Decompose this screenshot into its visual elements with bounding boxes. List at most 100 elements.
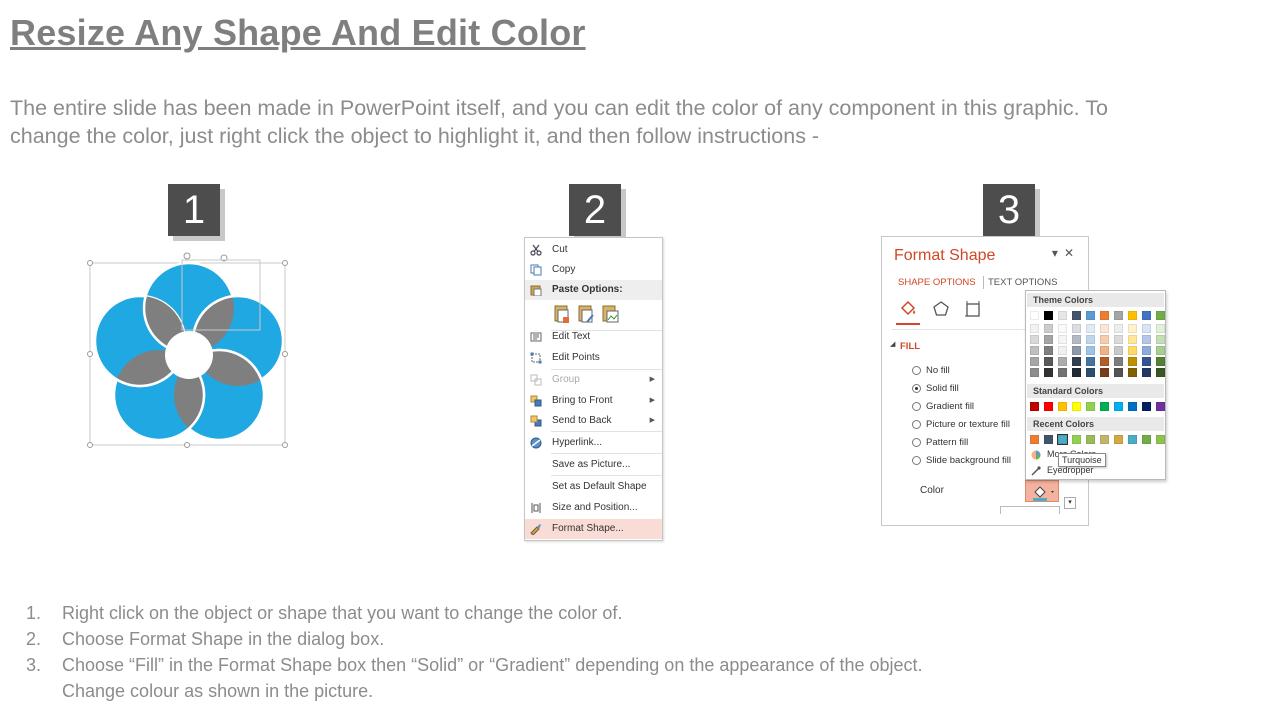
radio-pattern-fill[interactable] (912, 438, 921, 447)
menu-item-save-as-picture[interactable]: Save as Picture... (525, 455, 662, 475)
standard-color-swatch[interactable] (1030, 402, 1039, 411)
theme-color-tint-swatch[interactable] (1058, 357, 1067, 366)
theme-color-tint-swatch[interactable] (1086, 346, 1095, 355)
menu-item-cut[interactable]: Cut (525, 240, 662, 260)
theme-color-tint-swatch[interactable] (1156, 368, 1165, 377)
theme-color-tint-swatch[interactable] (1114, 324, 1123, 333)
theme-color-swatch[interactable] (1086, 311, 1095, 320)
theme-color-tint-swatch[interactable] (1030, 324, 1039, 333)
standard-color-swatch[interactable] (1114, 402, 1123, 411)
theme-color-tint-swatch[interactable] (1086, 335, 1095, 344)
theme-color-swatch[interactable] (1100, 311, 1109, 320)
menu-item-set-default-shape[interactable]: Set as Default Shape (525, 477, 662, 497)
theme-color-tint-swatch[interactable] (1100, 357, 1109, 366)
menu-item-group[interactable]: Group ▶ (525, 370, 662, 390)
standard-color-swatch[interactable] (1086, 402, 1095, 411)
menu-item-edit-points[interactable]: Edit Points (525, 348, 662, 368)
menu-item-copy[interactable]: Copy (525, 260, 662, 280)
paste-use-destination-icon[interactable] (551, 303, 573, 325)
pane-dropdown-icon[interactable]: ▾ (1052, 246, 1064, 260)
close-icon[interactable]: ✕ (1064, 246, 1080, 260)
theme-color-tint-swatch[interactable] (1030, 357, 1039, 366)
color-picker-button[interactable] (1025, 480, 1059, 502)
theme-color-tint-swatch[interactable] (1044, 357, 1053, 366)
theme-color-tint-swatch[interactable] (1100, 335, 1109, 344)
theme-color-tint-swatch[interactable] (1030, 335, 1039, 344)
theme-color-tint-swatch[interactable] (1058, 346, 1067, 355)
theme-color-swatch[interactable] (1114, 311, 1123, 320)
recent-color-swatch[interactable] (1114, 435, 1123, 444)
menu-item-send-to-back[interactable]: Send to Back ▶ (525, 411, 662, 431)
theme-color-tint-swatch[interactable] (1142, 357, 1151, 366)
theme-color-tint-swatch[interactable] (1156, 335, 1165, 344)
flower-shape[interactable] (86, 252, 292, 450)
collapse-triangle-icon[interactable]: ◢ (890, 340, 895, 348)
standard-color-swatch[interactable] (1142, 402, 1151, 411)
flower-svg[interactable] (86, 252, 292, 450)
theme-color-tint-swatch[interactable] (1142, 346, 1151, 355)
theme-color-swatch[interactable] (1030, 311, 1039, 320)
effects-icon[interactable] (931, 299, 951, 319)
tab-shape-options[interactable]: SHAPE OPTIONS (898, 277, 976, 288)
theme-color-tint-swatch[interactable] (1114, 335, 1123, 344)
theme-color-tint-swatch[interactable] (1156, 357, 1165, 366)
theme-color-tint-swatch[interactable] (1100, 346, 1109, 355)
theme-color-tint-swatch[interactable] (1128, 368, 1137, 377)
theme-color-swatch[interactable] (1072, 311, 1081, 320)
radio-gradient-fill[interactable] (912, 402, 921, 411)
theme-color-tint-swatch[interactable] (1128, 346, 1137, 355)
theme-color-tint-swatch[interactable] (1114, 357, 1123, 366)
menu-item-hyperlink[interactable]: Hyperlink... (525, 433, 662, 453)
theme-color-tint-swatch[interactable] (1058, 335, 1067, 344)
theme-color-tint-swatch[interactable] (1072, 357, 1081, 366)
theme-color-tint-swatch[interactable] (1072, 346, 1081, 355)
menu-item-size-and-position[interactable]: Size and Position... (525, 498, 662, 518)
theme-color-tint-swatch[interactable] (1142, 335, 1151, 344)
theme-color-tint-swatch[interactable] (1044, 335, 1053, 344)
section-fill[interactable]: FILL (900, 341, 920, 352)
radio-solid-fill[interactable] (912, 384, 921, 393)
recent-color-swatch[interactable] (1128, 435, 1137, 444)
recent-color-swatch[interactable] (1156, 435, 1165, 444)
theme-color-tint-swatch[interactable] (1114, 368, 1123, 377)
theme-color-tint-swatch[interactable] (1030, 368, 1039, 377)
theme-color-swatch[interactable] (1156, 311, 1165, 320)
theme-color-tint-swatch[interactable] (1128, 357, 1137, 366)
theme-color-tint-swatch[interactable] (1156, 346, 1165, 355)
standard-color-swatch[interactable] (1156, 402, 1165, 411)
fill-line-icon[interactable] (898, 299, 918, 319)
theme-color-tint-swatch[interactable] (1072, 368, 1081, 377)
size-properties-icon[interactable] (963, 299, 983, 319)
theme-color-tint-swatch[interactable] (1128, 324, 1137, 333)
menu-item-edit-text[interactable]: Edit Text (525, 327, 662, 347)
radio-slide-background-fill[interactable] (912, 456, 921, 465)
theme-color-swatch[interactable] (1128, 311, 1137, 320)
theme-color-tint-swatch[interactable] (1044, 368, 1053, 377)
theme-color-tint-swatch[interactable] (1100, 324, 1109, 333)
theme-color-tint-swatch[interactable] (1114, 346, 1123, 355)
theme-color-tint-swatch[interactable] (1100, 368, 1109, 377)
theme-color-swatch[interactable] (1142, 311, 1151, 320)
recent-color-swatch[interactable] (1072, 435, 1081, 444)
standard-color-swatch[interactable] (1058, 402, 1067, 411)
theme-color-tint-swatch[interactable] (1058, 368, 1067, 377)
radio-no-fill[interactable] (912, 366, 921, 375)
recent-color-swatch[interactable] (1030, 435, 1039, 444)
theme-color-tint-swatch[interactable] (1030, 346, 1039, 355)
theme-color-tint-swatch[interactable] (1156, 324, 1165, 333)
radio-picture-fill[interactable] (912, 420, 921, 429)
recent-color-swatch[interactable] (1057, 434, 1068, 445)
standard-color-swatch[interactable] (1128, 402, 1137, 411)
theme-color-tint-swatch[interactable] (1086, 357, 1095, 366)
recent-color-swatch[interactable] (1142, 435, 1151, 444)
menu-item-bring-to-front[interactable]: Bring to Front ▶ (525, 391, 662, 411)
standard-color-swatch[interactable] (1100, 402, 1109, 411)
theme-color-tint-swatch[interactable] (1128, 335, 1137, 344)
theme-color-swatch[interactable] (1044, 311, 1053, 320)
chevron-down-icon[interactable]: ▾ (1064, 497, 1076, 509)
theme-color-tint-swatch[interactable] (1044, 346, 1053, 355)
standard-color-swatch[interactable] (1044, 402, 1053, 411)
recent-color-swatch[interactable] (1086, 435, 1095, 444)
theme-color-tint-swatch[interactable] (1142, 324, 1151, 333)
paste-keep-formatting-icon[interactable] (575, 303, 597, 325)
